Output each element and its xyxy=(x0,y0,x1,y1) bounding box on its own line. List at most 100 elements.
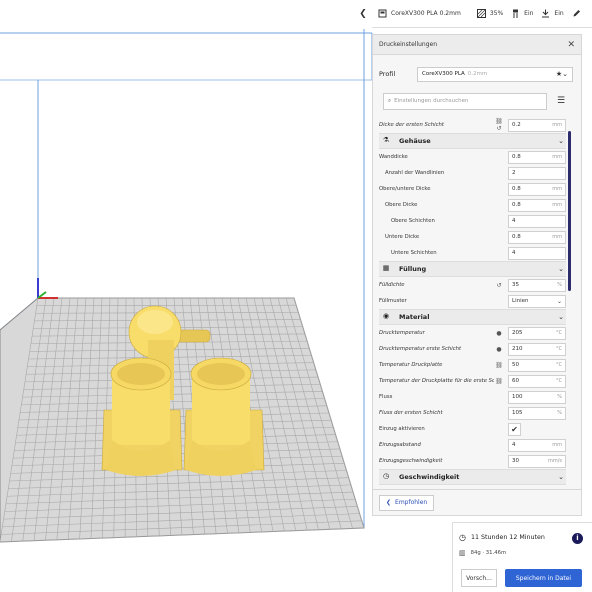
category-shell[interactable]: ⚗ Gehäuse ⌄ xyxy=(379,133,566,149)
spool-icon: ▥ xyxy=(459,549,466,557)
profile-dropdown[interactable]: CoreXV300 PLA 0.2mm ★⌄ xyxy=(417,66,573,82)
search-icon: ⌕ xyxy=(388,97,392,104)
save-to-file-button[interactable]: Speichern in Datei xyxy=(505,569,582,587)
setting-value: 4 xyxy=(512,442,516,448)
setting-label: Einzugsgeschwindigkeit xyxy=(379,458,443,464)
speed-icon: ◷ xyxy=(382,472,390,480)
profile-value: CoreXV300 PLA xyxy=(422,71,465,77)
infill-value: 35% xyxy=(489,10,504,17)
settings-scrollbar[interactable] xyxy=(568,131,571,291)
setting-unit: mm xyxy=(552,234,562,240)
setting-input[interactable]: 4 mm xyxy=(508,438,566,452)
reset-icon[interactable]: ↺ xyxy=(494,282,504,289)
setting-row: Einzug aktivieren ✔ xyxy=(379,421,566,437)
close-icon[interactable]: ✕ xyxy=(567,40,575,50)
info-icon[interactable]: i xyxy=(572,533,583,544)
setting-value: 30 xyxy=(512,458,519,464)
setting-input[interactable]: 0.2 mm xyxy=(508,118,566,132)
setting-input[interactable]: 105% xyxy=(508,406,566,420)
setting-row: Wanddicke 0.8 mm xyxy=(379,149,566,165)
chevron-left-icon: ❮ xyxy=(386,499,392,506)
setting-input[interactable]: 60 °C xyxy=(508,374,566,388)
setting-input[interactable]: 4 xyxy=(508,214,566,228)
edit-settings-button[interactable] xyxy=(572,9,585,18)
setting-label: Wanddicke xyxy=(379,154,408,160)
setting-label: Fluss xyxy=(379,394,393,400)
setting-row: Fluss 100% xyxy=(379,389,566,405)
setting-input[interactable]: 30 mm/s xyxy=(508,454,566,468)
printer-profile-label: CoreXV300 PLA 0.2mm xyxy=(391,10,461,17)
print-time-row: ◷ 11 Stunden 12 Minuten xyxy=(459,533,545,542)
setting-label: Einzug aktivieren xyxy=(379,426,425,432)
setting-input[interactable]: 205 °C xyxy=(508,326,566,340)
setting-select[interactable]: Linien ⌄ xyxy=(508,294,566,308)
star-chevron-icon: ★⌄ xyxy=(555,70,568,78)
setting-input[interactable]: 2 xyxy=(508,166,566,180)
setting-label: Temperatur Druckplatte xyxy=(379,362,443,368)
adhesion-icon xyxy=(541,9,550,18)
infill-summary[interactable]: 35% xyxy=(476,9,504,18)
setting-input[interactable]: 210 °C xyxy=(508,342,566,356)
setting-input[interactable]: 100% xyxy=(508,390,566,404)
category-material[interactable]: ◉ Material ⌄ xyxy=(379,309,566,325)
print-setup-toolbar[interactable]: CoreXV300 PLA 0.2mm 35% Ein Ein xyxy=(372,0,592,28)
settings-search-input[interactable]: ⌕ Einstellungen durchsuchen xyxy=(383,92,547,110)
setting-label: Drucktemperatur xyxy=(379,330,425,336)
setting-input[interactable]: 0.8 mm xyxy=(508,230,566,244)
panel-title: Druckeinstellungen xyxy=(379,41,438,48)
printer-profile-selector[interactable]: CoreXV300 PLA 0.2mm xyxy=(378,9,461,18)
link-icon[interactable]: ⛓ xyxy=(494,378,504,385)
setting-input[interactable]: 0.8 mm xyxy=(508,150,566,164)
setting-value: 35 xyxy=(512,282,519,288)
setting-row: Obere Schichten 4 xyxy=(379,213,566,229)
model-funnel-left[interactable] xyxy=(101,357,183,476)
setting-row: Dicke der ersten Schicht ⛓↺ 0.2 mm xyxy=(379,117,566,133)
infill-icon: ▦ xyxy=(382,264,390,272)
setting-value: 205 xyxy=(512,330,523,336)
setting-row: Temperatur der Druckplatte für die erste… xyxy=(379,373,566,389)
print-time: 11 Stunden 12 Minuten xyxy=(470,534,545,541)
setting-row: Untere Dicke 0.8 mm xyxy=(379,229,566,245)
setting-checkbox[interactable]: ✔ xyxy=(508,422,521,436)
preview-button[interactable]: Vorsch... xyxy=(461,569,497,587)
setting-row: Temperatur Druckplatte ⛓ 50 °C xyxy=(379,357,566,373)
category-speed[interactable]: ◷ Geschwindigkeit ⌄ xyxy=(379,469,566,485)
link-icon[interactable]: ⛓ xyxy=(494,362,504,369)
clock-icon: ◷ xyxy=(459,533,466,542)
setting-value: 100 xyxy=(512,394,523,400)
setting-input[interactable]: 0.8 mm xyxy=(508,182,566,196)
collapse-panel-arrow[interactable]: ❮ xyxy=(357,8,369,20)
link-reset-icon[interactable]: ⛓↺ xyxy=(494,118,504,132)
setting-row: Anzahl der Wandlinien 2 xyxy=(379,165,566,181)
setting-unit: mm/s xyxy=(547,458,562,464)
extruder-icon[interactable]: ● xyxy=(494,330,504,337)
chevron-down-icon: ⌄ xyxy=(558,473,564,481)
setting-label: Untere Dicke xyxy=(385,234,420,240)
extruder-icon[interactable]: ● xyxy=(494,346,504,353)
chevron-down-icon: ⌄ xyxy=(558,313,564,321)
setting-input[interactable]: 4 xyxy=(508,246,566,260)
setting-value: 50 xyxy=(512,362,519,368)
material-usage: 84g · 31.46m xyxy=(470,550,507,556)
setting-value: 2 xyxy=(512,170,516,176)
setting-input[interactable]: 0.8 mm xyxy=(508,198,566,212)
setting-row: Drucktemperatur erste Schicht ● 210 °C xyxy=(379,341,566,357)
category-infill[interactable]: ▦ Füllung ⌄ xyxy=(379,261,566,277)
support-summary[interactable]: Ein xyxy=(511,9,533,18)
setting-label: Anzahl der Wandlinien xyxy=(385,170,445,176)
adhesion-value: Ein xyxy=(554,10,564,17)
recommended-button[interactable]: ❮ Empfohlen xyxy=(379,494,435,511)
setting-label: Dicke der ersten Schicht xyxy=(379,122,444,128)
recommended-label: Empfohlen xyxy=(395,499,428,506)
adhesion-summary[interactable]: Ein xyxy=(541,9,564,18)
setting-unit: °C xyxy=(556,346,562,352)
setting-label: Fluss der ersten Schicht xyxy=(379,410,443,416)
infill-icon xyxy=(476,9,486,18)
menu-icon[interactable]: ☰ xyxy=(557,96,565,106)
setting-row: Einzugsgeschwindigkeit 30 mm/s xyxy=(379,453,566,469)
setting-input[interactable]: 35% xyxy=(508,278,566,292)
pencil-icon xyxy=(572,9,581,18)
chevron-down-icon: ⌄ xyxy=(558,137,564,145)
setting-unit: mm xyxy=(552,154,562,160)
setting-input[interactable]: 50 °C xyxy=(508,358,566,372)
